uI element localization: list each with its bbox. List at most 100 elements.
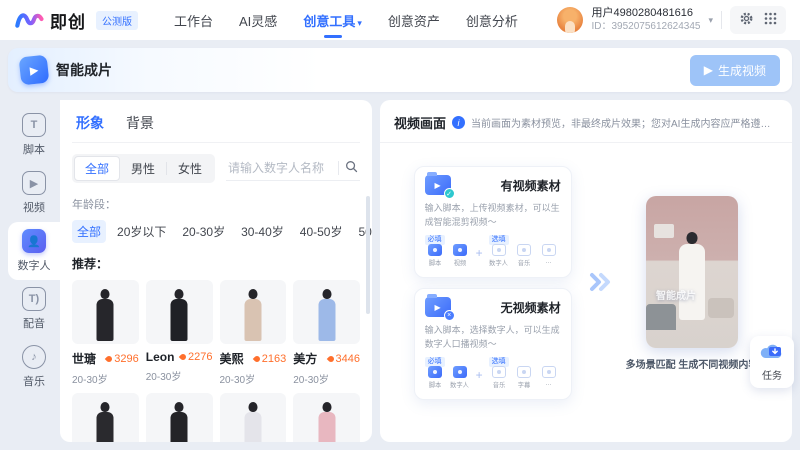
digital-human-card[interactable]: Leon2276 20-30岁 — [146, 280, 213, 386]
music-icon — [517, 244, 531, 256]
digital-human-panel: 形象 背景 全部 男性 女性 年龄段： — [60, 100, 372, 442]
mini-subtitle: 字幕 — [514, 366, 534, 390]
digital-human-card[interactable]: 美方3446 20-30岁 — [293, 280, 360, 386]
digital-human-card[interactable]: 宁烟2903 — [293, 393, 360, 442]
nav-item-workbench[interactable]: 工作台 — [174, 1, 213, 40]
flame-icon — [326, 354, 334, 362]
nav-item-creative-assets[interactable]: 创意资产 — [388, 1, 440, 40]
page-title: 智能成片 — [56, 60, 112, 80]
mini-music: 音乐 — [514, 244, 534, 268]
more-icon — [542, 244, 556, 256]
avatar[interactable] — [557, 7, 583, 33]
search-input[interactable] — [228, 161, 332, 175]
apps-grid-icon[interactable] — [764, 12, 777, 28]
logo-text: 即创 — [50, 8, 86, 33]
recommend-label: 推荐： — [72, 255, 360, 272]
smart-video-icon: ▶ — [19, 55, 50, 86]
search-box — [226, 156, 360, 181]
script-icon: T — [22, 113, 46, 137]
presenter-figure — [687, 232, 698, 244]
cloud-download-icon — [760, 343, 784, 364]
gender-female[interactable]: 女性 — [167, 156, 213, 181]
digital-human-photo — [220, 280, 287, 344]
preview-empty-state: ▶✓ 有视频素材 输入脚本，上传视频素材，可以生成智能混剪视频～ 必填 脚本 视… — [380, 143, 792, 423]
nav-item-creative-analysis[interactable]: 创意分析 — [466, 1, 518, 40]
app-logo[interactable]: 即创 — [14, 8, 86, 33]
user-area[interactable]: 用户4980280481616 ID：3952075612624345 ▾ — [557, 6, 786, 34]
digital-human-card[interactable]: 美蔓4475 — [220, 393, 287, 442]
nav-menu: 工作台 AI灵感 创意工具▾ 创意资产 创意分析 — [174, 1, 547, 40]
digital-human-photo — [293, 393, 360, 442]
mini-more: … — [539, 366, 559, 390]
gender-male[interactable]: 男性 — [120, 156, 166, 181]
chevron-down-icon[interactable]: ▾ — [708, 15, 713, 26]
digital-human-card[interactable]: 才吉2322 — [146, 393, 213, 442]
digital-human-icon — [453, 366, 467, 378]
chevron-down-icon: ▾ — [357, 18, 362, 28]
video-preview-panel: 视频画面 i 当前画面为素材预览，非最终成片效果；您对AI生成内容应严格遵循国家… — [380, 100, 792, 442]
digital-human-icon — [492, 244, 506, 256]
room-window — [654, 224, 674, 238]
subtitle-icon — [517, 366, 531, 378]
age-all[interactable]: 全部 — [72, 220, 106, 243]
divider — [338, 161, 339, 175]
user-meta: 用户4980280481616 ID：3952075612624345 — [591, 7, 700, 32]
folder-video-icon: ▶× — [425, 297, 451, 317]
digital-human-photo — [146, 393, 213, 442]
video-icon: ▶ — [22, 171, 46, 195]
age-30-40[interactable]: 30-40岁 — [236, 220, 289, 243]
digital-human-card[interactable]: 世瑭3296 20-30岁 — [72, 280, 139, 386]
generate-video-button[interactable]: ▶ 生成视频 — [690, 55, 780, 86]
digital-human-photo — [220, 393, 287, 442]
digital-human-photo — [72, 280, 139, 344]
age-20-30[interactable]: 20-30岁 — [177, 220, 230, 243]
more-icon — [542, 366, 556, 378]
music-icon: ♪ — [22, 345, 46, 369]
cross-badge-icon: × — [444, 310, 455, 321]
mini-more: … — [539, 244, 559, 268]
script-icon — [428, 244, 442, 256]
search-icon[interactable] — [345, 160, 358, 176]
digital-human-card[interactable]: 美熙2163 20-30岁 — [220, 280, 287, 386]
rail-item-video[interactable]: ▶ 视频 — [8, 164, 60, 222]
room-sofa — [646, 304, 676, 330]
gender-all[interactable]: 全部 — [74, 156, 120, 181]
mini-video: 视频 — [450, 244, 470, 268]
rail-item-music[interactable]: ♪ 音乐 — [8, 338, 60, 396]
digital-human-card[interactable]: 世菲7304 — [72, 393, 139, 442]
age-range-label: 年龄段： — [72, 196, 360, 212]
rail-item-script[interactable]: T 脚本 — [8, 106, 60, 164]
user-id: ID：3952075612624345 — [591, 21, 700, 33]
digital-human-icon: 👤 — [22, 229, 46, 253]
nav-item-ai-inspiration[interactable]: AI灵感 — [239, 1, 277, 40]
hot-count: 2163 — [254, 353, 286, 365]
folder-video-icon: ▶✓ — [425, 175, 451, 195]
rail-item-voiceover[interactable]: T) 配音 — [8, 280, 60, 338]
tab-background[interactable]: 背景 — [126, 113, 154, 133]
age-under-20[interactable]: 20岁以下 — [112, 220, 171, 243]
info-icon[interactable]: i — [452, 116, 465, 129]
user-name: 用户4980280481616 — [591, 7, 700, 20]
video-icon — [453, 244, 467, 256]
rail-item-digital-human[interactable]: 👤 数字人 — [8, 222, 60, 280]
digital-human-grid: 世瑭3296 20-30岁 Leon2276 20-30岁 美熙2163 20-… — [72, 280, 360, 442]
mini-music: 音乐 — [489, 366, 509, 390]
digital-human-photo — [146, 280, 213, 344]
beta-badge: 公测版 — [96, 11, 138, 30]
nav-item-creative-tools[interactable]: 创意工具▾ — [303, 1, 362, 40]
gear-icon[interactable] — [739, 11, 754, 29]
check-badge-icon: ✓ — [444, 188, 455, 199]
hot-count: 2276 — [180, 351, 212, 363]
task-button[interactable]: 任务 — [750, 336, 794, 388]
without-material-card: ▶× 无视频素材 输入脚本，选择数字人，可以生成数字人口播视频～ 必填 脚本 数… — [414, 288, 572, 400]
compliance-notice: 当前画面为素材预览，非最终成片效果；您对AI生成内容应严格遵循国家相关法律法规的… — [471, 115, 778, 130]
tab-appearance[interactable]: 形象 — [76, 113, 104, 133]
scrollbar[interactable] — [366, 196, 370, 314]
flame-icon — [253, 354, 261, 362]
video-watermark: 智能成片 — [656, 287, 696, 302]
voiceover-icon: T) — [22, 287, 46, 311]
mini-digital-human: 数字人 — [450, 366, 470, 390]
age-40-50[interactable]: 40-50岁 — [295, 220, 348, 243]
script-icon — [428, 366, 442, 378]
sample-video-preview: 智能成片 — [646, 196, 738, 348]
